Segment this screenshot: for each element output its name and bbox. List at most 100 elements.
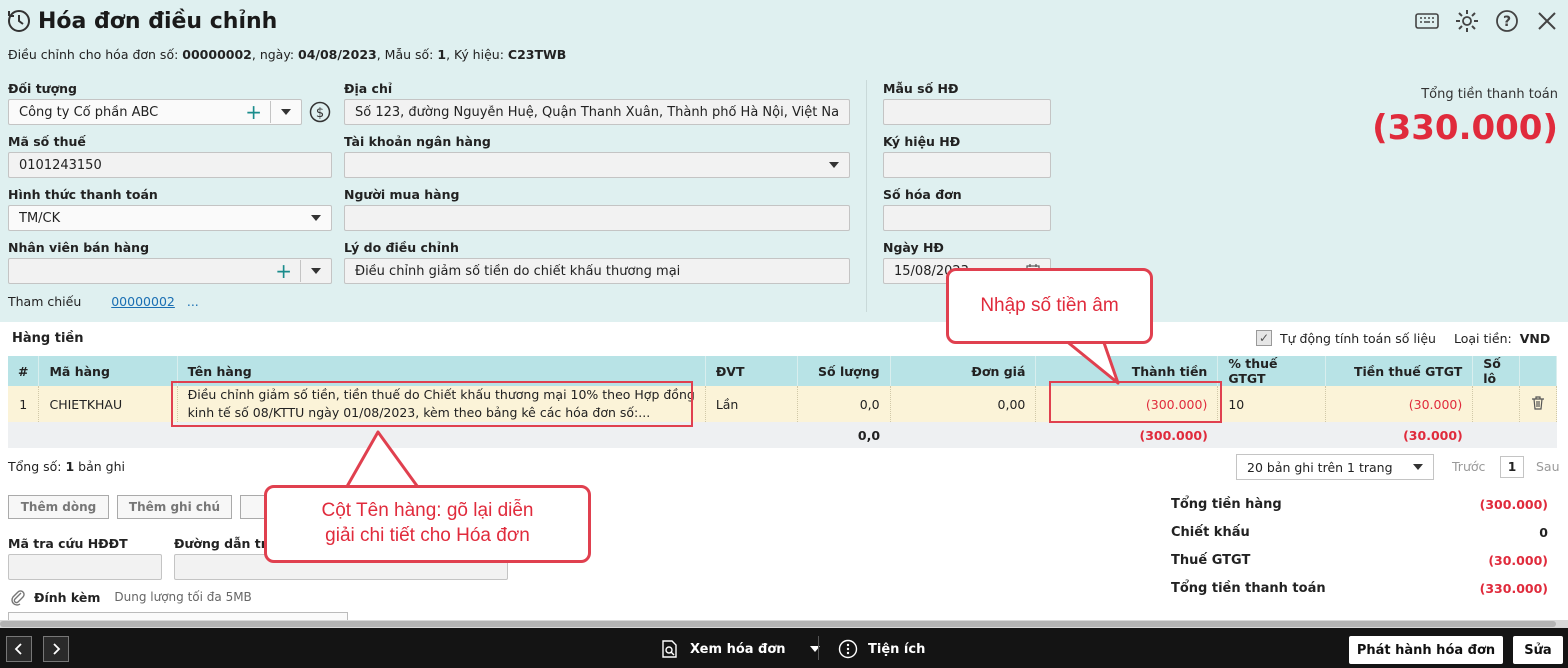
tk-label: Tài khoản ngân hàng — [344, 134, 491, 149]
history-icon[interactable] — [6, 8, 32, 34]
tk-select[interactable] — [344, 152, 850, 178]
chevron-right-icon — [53, 643, 61, 655]
tham-chieu-more[interactable]: ... — [187, 294, 199, 309]
currency-indicator: Loại tiền: VND — [1454, 331, 1550, 346]
count-prefix: Tổng số: — [8, 459, 66, 474]
attach-hint: Dung lượng tối đa 5MB — [114, 590, 252, 604]
httt-select[interactable]: TM/CK — [8, 205, 332, 231]
mst-label: Mã số thuế — [8, 134, 86, 149]
add-note-button[interactable]: Thêm ghi chú — [117, 495, 232, 519]
current-page[interactable]: 1 — [1500, 456, 1524, 478]
keyboard-icon[interactable] — [1414, 8, 1440, 34]
tong-tien-hang-value: (300.000) — [1479, 497, 1548, 512]
attach-dropzone[interactable] — [8, 612, 348, 620]
currency-value: VND — [1519, 331, 1551, 346]
utilities-button[interactable]: Tiện ích — [838, 639, 925, 659]
attachment-row[interactable]: Đính kèm Dung lượng tối đa 5MB — [10, 588, 252, 606]
ma-tra-cuu-field[interactable] — [8, 554, 162, 580]
horizontal-scrollbar[interactable] — [0, 620, 1568, 628]
col-header-no: # — [8, 356, 40, 386]
add-plus-icon[interactable]: + — [275, 261, 292, 281]
title-row: Hóa đơn điều chỉnh — [6, 6, 277, 36]
chiet-khau-value: 0 — [1539, 525, 1548, 540]
dia-chi-value: Số 123, đường Nguyễn Huệ, Quận Thanh Xuâ… — [355, 104, 839, 120]
section-title: Hàng tiền — [12, 331, 84, 346]
ly-do-label: Lý do điều chỉnh — [344, 240, 459, 255]
add-row-button[interactable]: Thêm dòng — [8, 495, 109, 519]
prev-page-button[interactable]: Trước — [1452, 459, 1485, 474]
ly-do-field[interactable]: Điều chỉnh giảm số tiền do chiết khấu th… — [344, 258, 850, 284]
ly-do-value: Điều chỉnh giảm số tiền do chiết khấu th… — [355, 263, 681, 279]
close-icon[interactable] — [1534, 8, 1560, 34]
so-hd-field[interactable] — [883, 205, 1051, 231]
nvbh-field[interactable]: + — [8, 258, 332, 284]
column-divider — [866, 80, 867, 312]
edit-button[interactable]: Sửa — [1513, 636, 1563, 664]
chevron-down-icon[interactable] — [829, 162, 839, 168]
cell-so-luong[interactable]: 0,0 — [797, 386, 891, 423]
thue-value: (30.000) — [1488, 553, 1548, 568]
field-separator — [270, 101, 271, 123]
prev-record-button[interactable] — [6, 636, 32, 662]
trash-icon[interactable] — [1530, 395, 1546, 411]
doi-tuong-value: Công ty Cổ phần ABC — [19, 104, 159, 120]
paperclip-icon[interactable] — [10, 588, 26, 606]
tham-chieu-link[interactable]: 00000002 — [111, 294, 175, 309]
ngay-hd-label: Ngày HĐ — [883, 240, 944, 255]
doi-tuong-field[interactable]: Công ty Cổ phần ABC + — [8, 99, 302, 125]
auto-calc-toggle[interactable]: ✓ Tự động tính toán số liệu — [1256, 330, 1436, 346]
add-plus-icon[interactable]: + — [245, 102, 262, 122]
footer-separator — [818, 636, 819, 660]
subtitle-date: 04/08/2023 — [298, 47, 377, 62]
view-invoice-icon — [662, 640, 677, 658]
page-size-value: 20 bản ghi trên 1 trang — [1247, 459, 1393, 475]
cell-don-gia[interactable]: 0,00 — [890, 386, 1037, 423]
chevron-down-icon[interactable] — [281, 109, 291, 115]
issue-invoice-button[interactable]: Phát hành hóa đơn — [1349, 636, 1503, 664]
cell-ma-hang[interactable]: CHIETKHAU — [38, 386, 178, 423]
sum-empty — [1472, 422, 1520, 449]
total-value: (330.000) — [1372, 108, 1558, 148]
nguoi-mua-label: Người mua hàng — [344, 187, 460, 202]
callout-item-name-line2: giải chi tiết cho Hóa đơn — [325, 525, 530, 546]
utilities-label: Tiện ích — [868, 641, 926, 657]
nguoi-mua-field[interactable] — [344, 205, 850, 231]
currency-label: Loại tiền: — [1454, 331, 1512, 346]
chevron-down-icon[interactable] — [1413, 464, 1423, 470]
scrollbar-thumb[interactable] — [0, 621, 1556, 627]
tong-tt-value: (330.000) — [1479, 581, 1548, 596]
next-record-button[interactable] — [43, 636, 69, 662]
chiet-khau-label: Chiết khấu — [1171, 525, 1250, 540]
header-area: Hóa đơn điều chỉnh ? Điều chỉnh cho hóa … — [0, 0, 1568, 322]
chevron-down-icon[interactable] — [311, 268, 321, 274]
cell-so-lo[interactable] — [1472, 386, 1520, 423]
help-icon[interactable]: ? — [1494, 8, 1520, 34]
sum-empty — [705, 422, 798, 449]
sum-so-luong: 0,0 — [797, 422, 891, 449]
more-circle-icon — [838, 639, 858, 659]
col-header-dvt: ĐVT — [705, 356, 798, 386]
col-header-so-lo: Số lô — [1472, 356, 1520, 386]
checkbox-checked-icon[interactable]: ✓ — [1256, 330, 1272, 346]
ky-hieu-field[interactable] — [883, 152, 1051, 178]
subtitle-form-no: 1 — [437, 47, 447, 62]
nvbh-label: Nhân viên bán hàng — [8, 240, 150, 255]
mau-so-field[interactable] — [883, 99, 1051, 125]
chevron-down-icon[interactable] — [311, 215, 321, 221]
next-page-button[interactable]: Sau — [1536, 459, 1560, 474]
cell-dvt[interactable]: Lần — [705, 386, 798, 423]
ma-tra-cuu-label: Mã tra cứu HĐĐT — [8, 536, 128, 551]
tham-chieu-row: Tham chiếu 00000002 ... — [8, 294, 199, 309]
view-invoice-button[interactable]: Xem hóa đơn — [660, 639, 820, 659]
cell-tien-thue[interactable]: (30.000) — [1325, 386, 1474, 423]
callout-item-name: Cột Tên hàng: gõ lại diễn giải chi tiết … — [264, 485, 591, 563]
page-size-select[interactable]: 20 bản ghi trên 1 trang — [1236, 454, 1434, 480]
dia-chi-field[interactable]: Số 123, đường Nguyễn Huệ, Quận Thanh Xuâ… — [344, 99, 850, 125]
cell-thue-pct[interactable]: 10 — [1217, 386, 1327, 423]
cell-delete[interactable] — [1519, 386, 1558, 423]
doi-tuong-label: Đối tượng — [8, 81, 78, 96]
mst-field[interactable]: 0101243150 — [8, 152, 332, 178]
currency-dollar-icon[interactable]: $ — [309, 101, 331, 123]
sum-empty — [1217, 422, 1326, 449]
gear-icon[interactable] — [1454, 8, 1480, 34]
